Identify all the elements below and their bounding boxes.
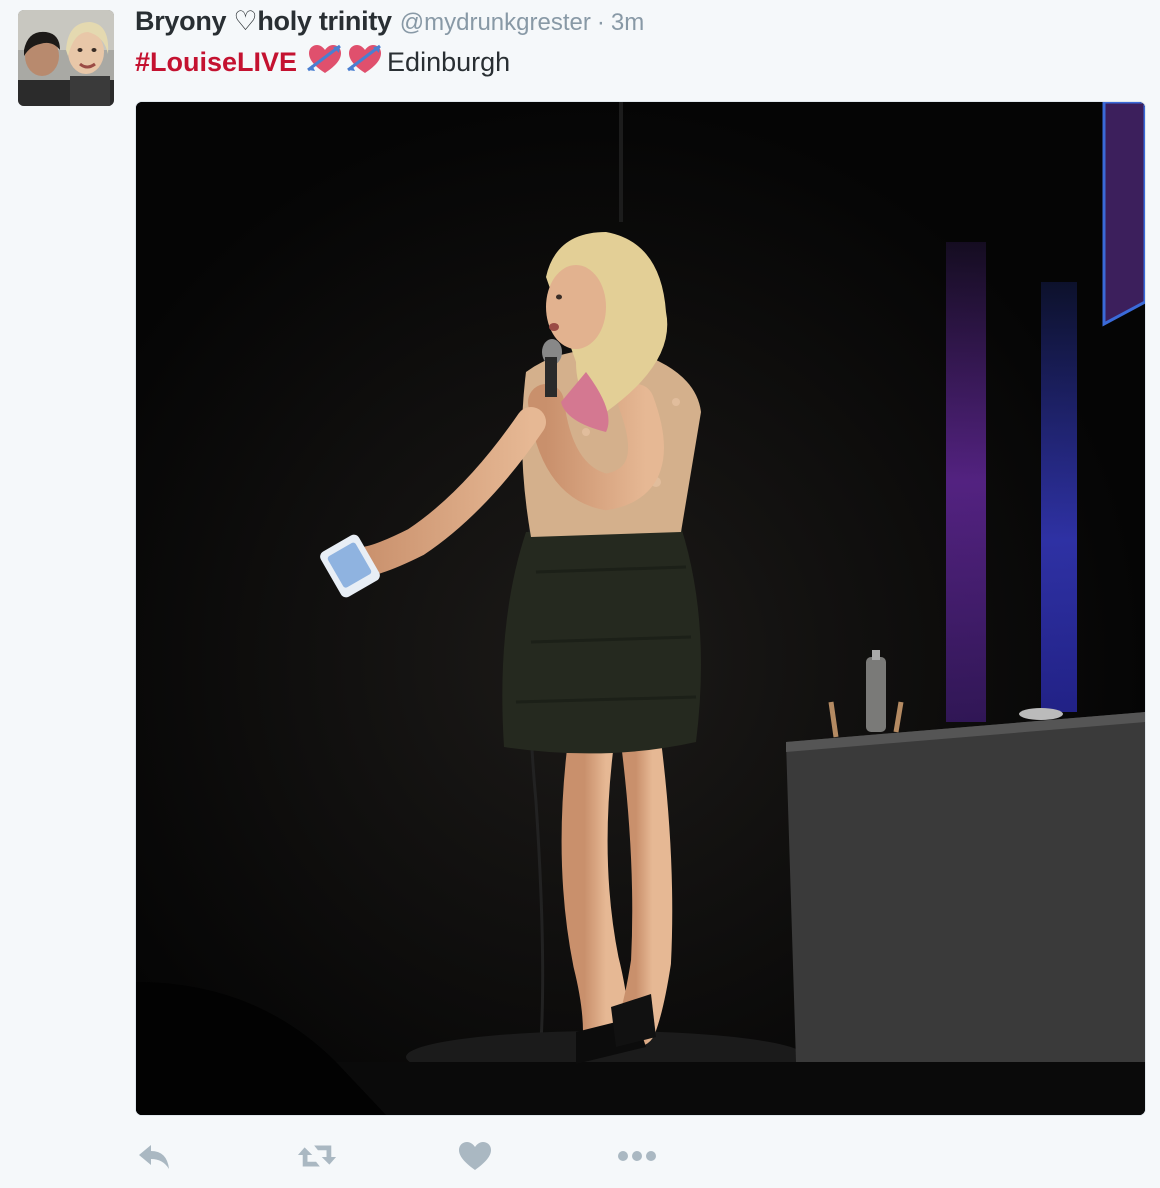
- display-name[interactable]: Bryony ♡holy trinity: [135, 6, 392, 37]
- heart-with-arrow-icon: [307, 43, 343, 82]
- tweet: Bryony ♡holy trinity @mydrunkgrester · 3…: [0, 0, 1160, 1188]
- tweet-header: Bryony ♡holy trinity @mydrunkgrester · 3…: [135, 6, 644, 40]
- tweet-text: #LouiseLIVE Edinburgh: [135, 44, 510, 80]
- avatar[interactable]: [18, 10, 114, 106]
- hashtag-link[interactable]: #LouiseLIVE: [135, 47, 297, 78]
- stage-photo: [136, 102, 1145, 1115]
- avatar-image: [18, 10, 114, 106]
- retweet-icon[interactable]: [297, 1136, 337, 1176]
- timestamp[interactable]: 3m: [611, 9, 644, 37]
- tweet-photo[interactable]: [135, 101, 1146, 1116]
- reply-icon[interactable]: [135, 1136, 175, 1176]
- like-icon[interactable]: [455, 1136, 495, 1176]
- user-handle[interactable]: @mydrunkgrester: [400, 9, 591, 37]
- more-icon[interactable]: [617, 1136, 657, 1176]
- separator: ·: [596, 9, 605, 36]
- tweet-actions: [135, 1136, 735, 1176]
- heart-with-arrow-icon: [347, 43, 383, 82]
- location-text: Edinburgh: [387, 46, 511, 77]
